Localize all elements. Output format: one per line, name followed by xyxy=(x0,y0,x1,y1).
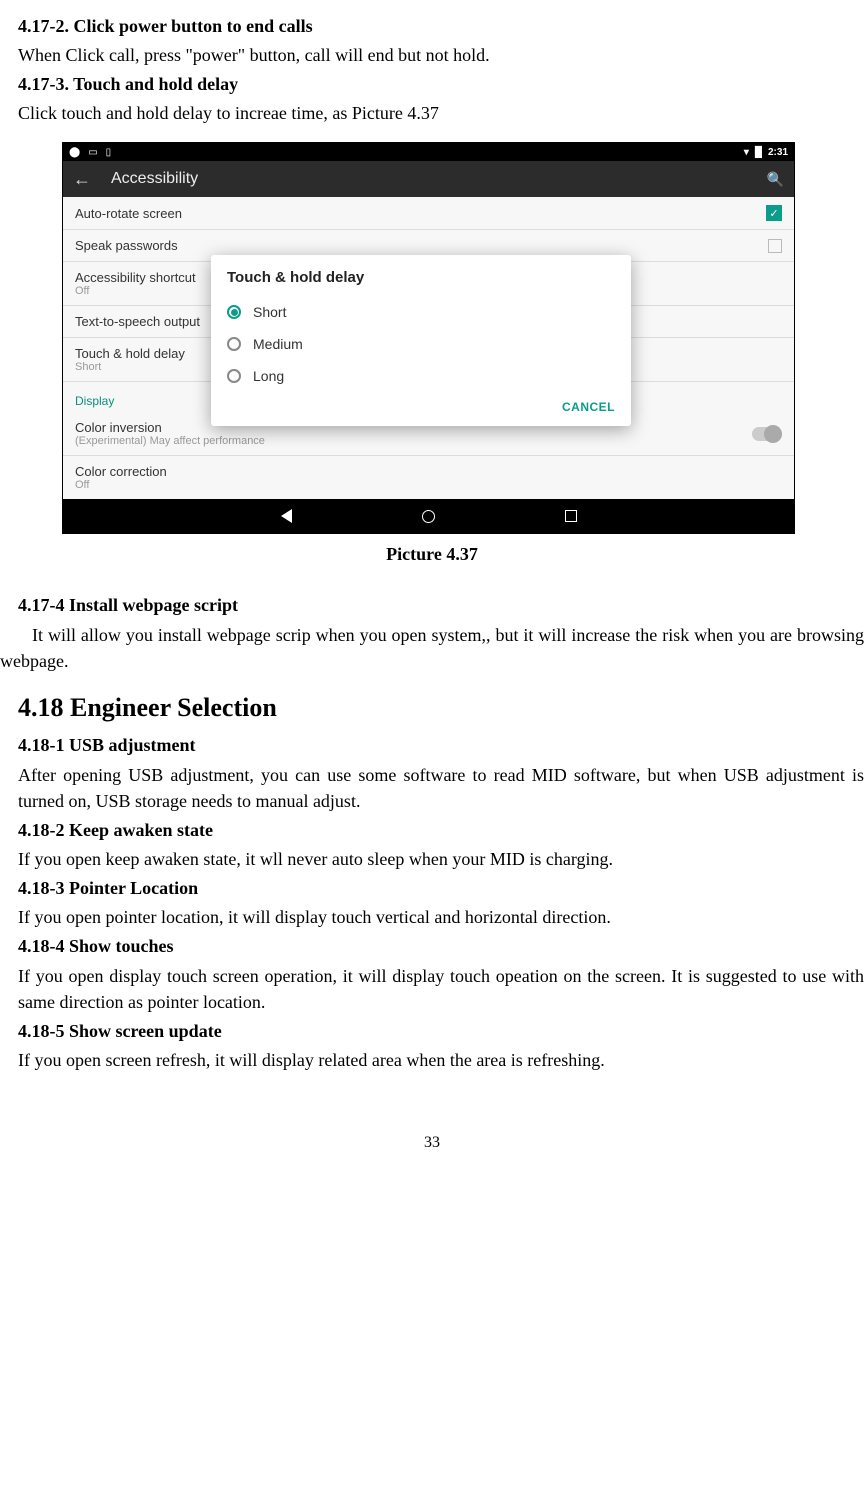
row-color-inversion[interactable]: Color inversion (Experimental) May affec… xyxy=(63,412,794,456)
row-label: Color correction xyxy=(75,464,167,479)
row-touch-hold-delay[interactable]: Touch & hold delay Short xyxy=(63,338,794,382)
body-4-18-4: If you open display touch screen operati… xyxy=(18,963,864,1015)
screenshot-figure: ⬤ ▭ ▯ ▾ █ 2:31 ← Accessibility 🔍 Auto-ro… xyxy=(62,142,795,534)
settings-list: Auto-rotate screen ✓ Speak passwords Acc… xyxy=(63,197,794,499)
battery-icon: █ xyxy=(755,147,762,158)
status-bar: ⬤ ▭ ▯ ▾ █ 2:31 xyxy=(63,143,794,161)
nav-back-icon[interactable] xyxy=(281,509,292,523)
heading-4-18-3: 4.18-3 Pointer Location xyxy=(18,878,864,899)
row-sublabel: Off xyxy=(75,479,167,491)
heading-4-18-2: 4.18-2 Keep awaken state xyxy=(18,820,864,841)
status-icon: ▯ xyxy=(106,147,112,158)
checkbox-empty-icon[interactable] xyxy=(768,239,782,253)
nav-home-icon[interactable] xyxy=(422,510,435,523)
nav-recent-icon[interactable] xyxy=(565,510,577,522)
clock: 2:31 xyxy=(768,147,788,158)
section-label: Display xyxy=(75,394,114,408)
row-tts[interactable]: Text-to-speech output xyxy=(63,306,794,338)
body-4-17-2: When Click call, press "power" button, c… xyxy=(18,43,864,68)
body-4-18-1: After opening USB adjustment, you can us… xyxy=(18,762,864,814)
heading-4-18: 4.18 Engineer Selection xyxy=(18,693,864,723)
row-label: Accessibility shortcut xyxy=(75,270,196,285)
status-icon: ▭ xyxy=(88,147,97,158)
checkbox-checked-icon[interactable]: ✓ xyxy=(766,205,782,221)
row-accessibility-shortcut[interactable]: Accessibility shortcut Off xyxy=(63,262,794,306)
search-icon[interactable]: 🔍 xyxy=(767,171,784,188)
row-label: Touch & hold delay xyxy=(75,346,185,361)
figure-caption: Picture 4.37 xyxy=(0,544,864,565)
back-icon[interactable]: ← xyxy=(73,169,91,190)
body-4-18-3: If you open pointer location, it will di… xyxy=(18,905,864,930)
row-label: Color inversion xyxy=(75,420,265,435)
row-display-section: Display xyxy=(63,382,794,412)
row-sublabel: (Experimental) May affect performance xyxy=(75,435,265,447)
row-sublabel: Short xyxy=(75,361,185,373)
heading-4-18-4: 4.18-4 Show touches xyxy=(18,936,864,957)
body-4-17-4: It will allow you install webpage scrip … xyxy=(0,622,864,674)
status-icon: ⬤ xyxy=(69,147,80,158)
appbar-title: Accessibility xyxy=(111,170,767,188)
row-sublabel: Off xyxy=(75,285,196,297)
heading-4-17-2: 4.17-2. Click power button to end calls xyxy=(18,16,864,37)
heading-4-17-4: 4.17-4 Install webpage script xyxy=(18,595,864,616)
row-color-correction[interactable]: Color correction Off xyxy=(63,456,794,499)
app-bar: ← Accessibility 🔍 xyxy=(63,161,794,197)
row-speak-passwords[interactable]: Speak passwords xyxy=(63,230,794,262)
heading-4-18-5: 4.18-5 Show screen update xyxy=(18,1021,864,1042)
switch-off-icon[interactable] xyxy=(752,427,782,441)
row-label: Text-to-speech output xyxy=(75,314,200,329)
body-4-18-2: If you open keep awaken state, it wll ne… xyxy=(18,847,864,872)
heading-4-17-3: 4.17-3. Touch and hold delay xyxy=(18,74,864,95)
body-4-18-5: If you open screen refresh, it will disp… xyxy=(18,1048,864,1073)
body-4-17-3: Click touch and hold delay to increae ti… xyxy=(18,101,864,126)
page-number: 33 xyxy=(0,1134,864,1152)
row-label: Auto-rotate screen xyxy=(75,206,182,221)
wifi-icon: ▾ xyxy=(744,147,749,158)
row-label: Speak passwords xyxy=(75,238,178,253)
nav-bar xyxy=(63,499,794,533)
row-auto-rotate[interactable]: Auto-rotate screen ✓ xyxy=(63,197,794,230)
heading-4-18-1: 4.18-1 USB adjustment xyxy=(18,735,864,756)
